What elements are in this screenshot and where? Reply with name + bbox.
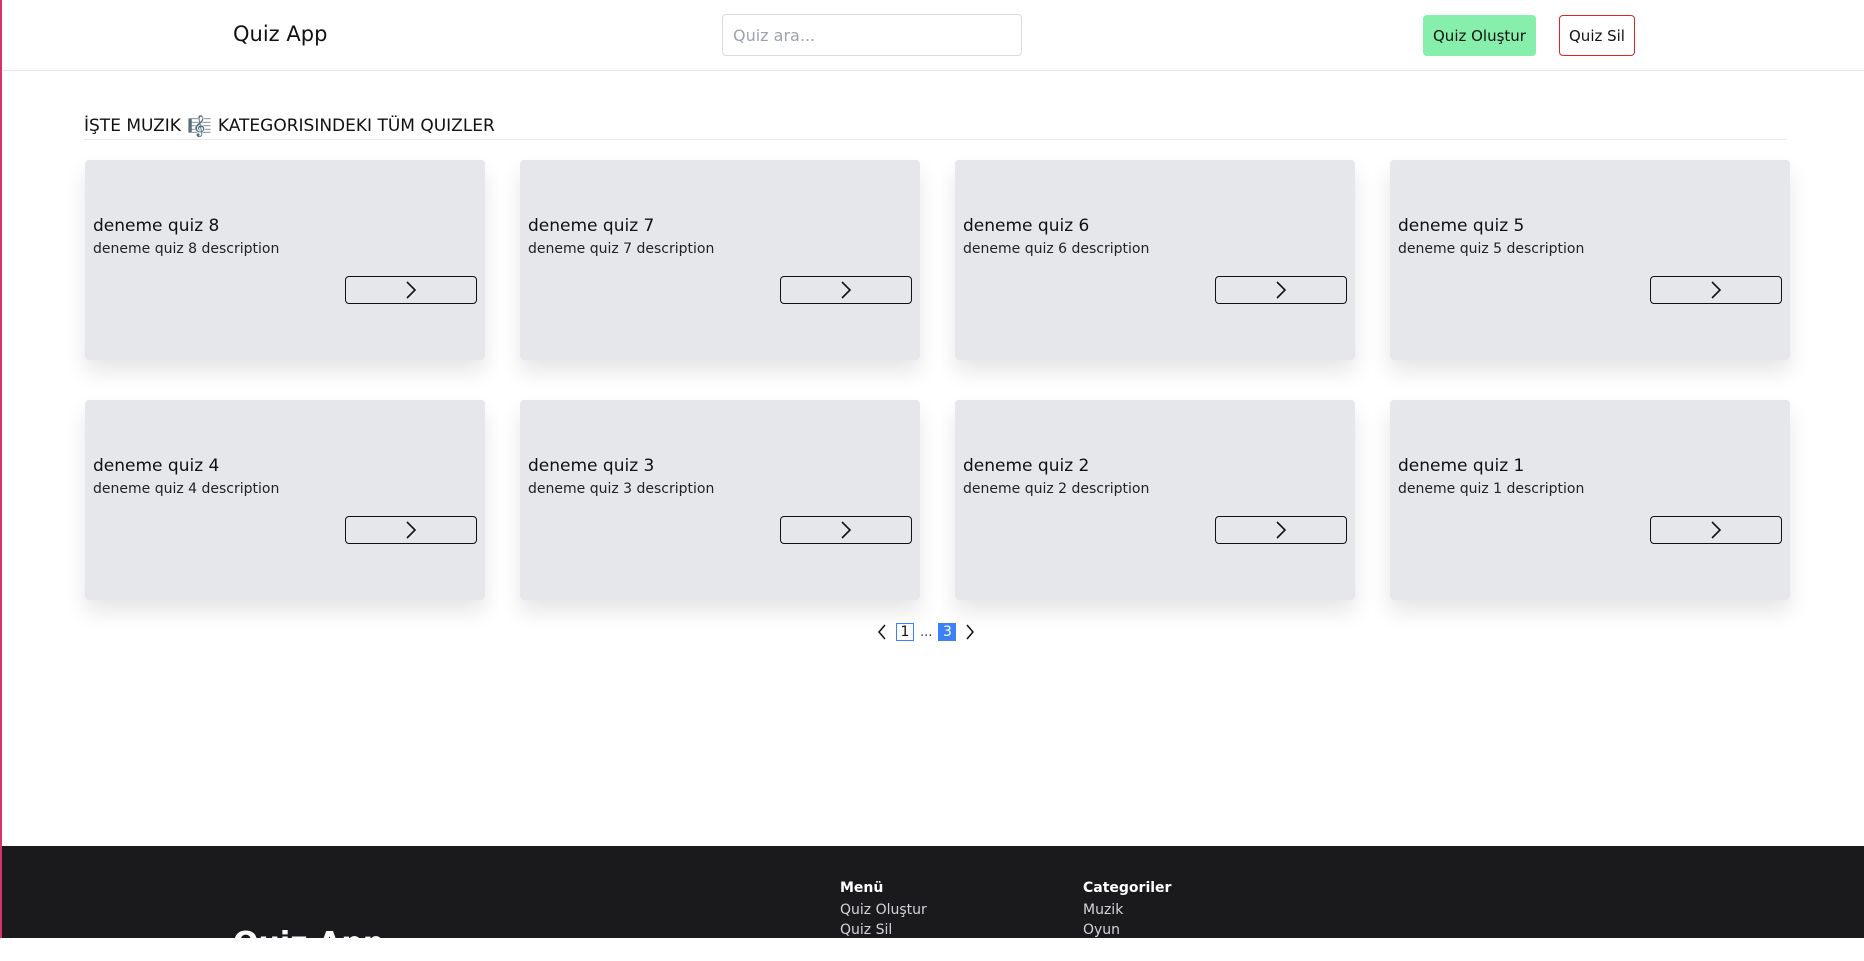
footer-menu-column: Menü Quiz Oluştur Quiz Sil [840, 880, 927, 942]
current-page-button[interactable]: 3 [938, 623, 957, 641]
app-logo[interactable]: Quiz App [233, 22, 327, 46]
quiz-card-title: deneme quiz 7 [528, 216, 655, 236]
chevron-right-icon [1711, 281, 1722, 299]
quiz-card-title: deneme quiz 2 [963, 456, 1090, 476]
quiz-card: deneme quiz 4 deneme quiz 4 description [85, 400, 485, 600]
pagination-ellipsis: ... [920, 624, 933, 640]
quiz-card-description: deneme quiz 4 description [93, 481, 280, 497]
quiz-card: deneme quiz 1 deneme quiz 1 description [1390, 400, 1790, 600]
quiz-card-title: deneme quiz 8 [93, 216, 220, 236]
chevron-right-icon [1711, 521, 1722, 539]
footer-link-create-quiz[interactable]: Quiz Oluştur [840, 902, 927, 918]
chevron-right-icon [1276, 281, 1287, 299]
chevron-right-icon [841, 281, 852, 299]
section-title-suffix: KATEGORISINDEKI TÜM QUIZLER [217, 116, 495, 136]
quiz-card-description: deneme quiz 1 description [1398, 481, 1585, 497]
quiz-card-title: deneme quiz 6 [963, 216, 1090, 236]
quiz-card-description: deneme quiz 2 description [963, 481, 1150, 497]
quiz-card: deneme quiz 6 deneme quiz 6 description [955, 160, 1355, 360]
open-quiz-button[interactable] [780, 516, 912, 544]
open-quiz-button[interactable] [1650, 516, 1782, 544]
chevron-right-icon [406, 281, 417, 299]
delete-quiz-button[interactable]: Quiz Sil [1559, 15, 1635, 56]
top-navbar: Quiz App Quiz Oluştur Quiz Sil [2, 0, 1864, 71]
open-quiz-button[interactable] [345, 276, 477, 304]
quiz-card-title: deneme quiz 4 [93, 456, 220, 476]
quiz-card: deneme quiz 7 deneme quiz 7 description [520, 160, 920, 360]
quiz-card-description: deneme quiz 6 description [963, 241, 1150, 257]
open-quiz-button[interactable] [1215, 516, 1347, 544]
music-score-icon: 🎼 [186, 114, 212, 138]
quiz-card-title: deneme quiz 3 [528, 456, 655, 476]
footer-categories-heading: Categoriler [1083, 880, 1172, 896]
footer-link-category-oyun[interactable]: Oyun [1083, 922, 1171, 938]
chevron-right-icon [841, 521, 852, 539]
open-quiz-button[interactable] [1650, 276, 1782, 304]
chevron-right-icon [406, 521, 417, 539]
quiz-card-description: deneme quiz 5 description [1398, 241, 1585, 257]
quiz-card-description: deneme quiz 8 description [93, 241, 280, 257]
open-quiz-button[interactable] [345, 516, 477, 544]
next-page-button[interactable] [962, 622, 978, 642]
section-title: İŞTE MUZIK 🎼 KATEGORISINDEKI TÜM QUIZLER [84, 114, 495, 138]
previous-page-button[interactable] [874, 622, 890, 642]
create-quiz-button[interactable]: Quiz Oluştur [1423, 15, 1536, 56]
open-quiz-button[interactable] [1215, 276, 1347, 304]
open-quiz-button[interactable] [780, 276, 912, 304]
footer-link-delete-quiz[interactable]: Quiz Sil [840, 922, 927, 938]
page-1-button[interactable]: 1 [896, 623, 914, 641]
footer-logo: Quiz App [233, 926, 385, 961]
quiz-card-title: deneme quiz 1 [1398, 456, 1525, 476]
pagination: 1 ... 3 [874, 620, 978, 644]
quiz-card: deneme quiz 8 deneme quiz 8 description [85, 160, 485, 360]
quiz-card-description: deneme quiz 7 description [528, 241, 715, 257]
footer: Quiz App Menü Quiz Oluştur Quiz Sil Cate… [2, 846, 1864, 961]
quiz-card-title: deneme quiz 5 [1398, 216, 1525, 236]
chevron-right-icon [966, 624, 975, 640]
chevron-left-icon [878, 624, 886, 640]
footer-menu-heading: Menü [840, 880, 884, 896]
footer-categories-column: Categoriler Muzik Oyun [1083, 880, 1171, 942]
chevron-right-icon [1276, 521, 1287, 539]
quiz-card: deneme quiz 2 deneme quiz 2 description [955, 400, 1355, 600]
search-input[interactable] [722, 14, 1022, 56]
footer-link-category-muzik[interactable]: Muzik [1083, 902, 1171, 918]
section-title-prefix: İŞTE MUZIK [84, 116, 181, 136]
quiz-card-description: deneme quiz 3 description [528, 481, 715, 497]
quiz-card: deneme quiz 5 deneme quiz 5 description [1390, 160, 1790, 360]
section-divider [84, 139, 1786, 140]
quiz-card: deneme quiz 3 deneme quiz 3 description [520, 400, 920, 600]
